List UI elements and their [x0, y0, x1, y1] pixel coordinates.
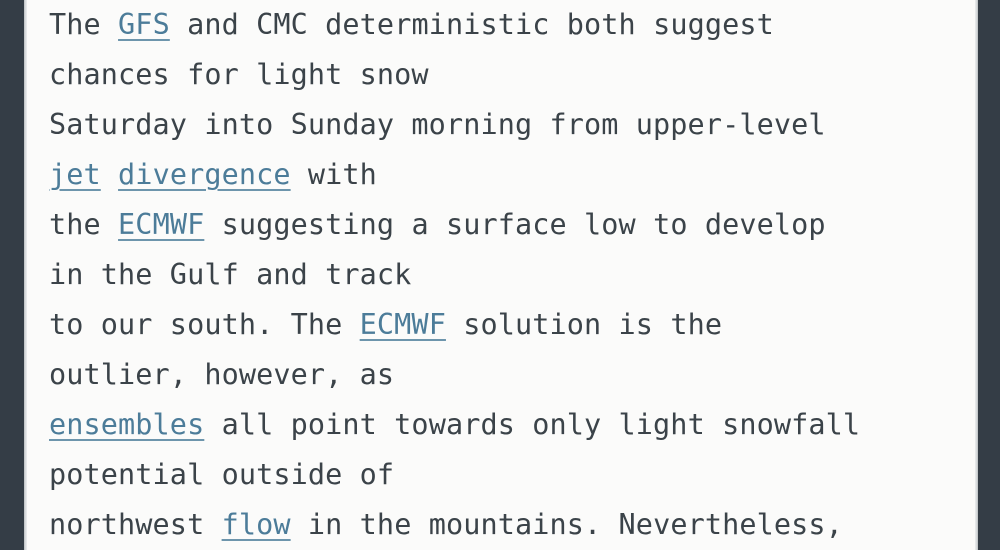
text-line: outlier, however, as	[49, 350, 969, 400]
document-content-area: The GFS and CMC deterministic both sugge…	[27, 0, 975, 550]
text-run: in the Gulf and track	[49, 258, 412, 291]
text-run: the	[49, 208, 119, 241]
text-run: suggesting a surface low to develop	[204, 208, 826, 241]
text-run: outlier, however, as	[49, 358, 395, 391]
left-margin-band	[0, 0, 24, 550]
text-line: The GFS and CMC deterministic both sugge…	[49, 0, 969, 50]
paragraph-text-block: The GFS and CMC deterministic both sugge…	[27, 0, 975, 550]
right-margin-band	[978, 0, 1000, 550]
text-run: solution is the	[445, 308, 723, 341]
text-line: in the Gulf and track	[49, 250, 969, 300]
text-line: to our south. The ECMWF solution is the	[49, 300, 969, 350]
inline-link-divergence[interactable]: divergence	[118, 158, 291, 191]
text-line: the ECMWF suggesting a surface low to de…	[49, 200, 969, 250]
text-line: ensembles all point towards only light s…	[49, 400, 969, 450]
text-run	[101, 158, 118, 191]
inline-link-gfs[interactable]: GFS	[118, 8, 170, 41]
text-run: The	[49, 8, 119, 41]
text-run: Saturday into Sunday morning from upper-…	[49, 108, 826, 141]
inline-link-ensembles[interactable]: ensembles	[49, 408, 204, 441]
inline-link-flow[interactable]: flow	[222, 508, 291, 541]
inline-link-jet[interactable]: jet	[49, 158, 101, 191]
text-run: chances for light snow	[49, 58, 429, 91]
text-line: northwest flow in the mountains. Neverth…	[49, 500, 969, 550]
text-run: in the mountains. Nevertheless,	[290, 508, 843, 541]
text-line: jet divergence with	[49, 150, 969, 200]
text-line: chances for light snow	[49, 50, 969, 100]
text-line: potential outside of	[49, 450, 969, 500]
text-run: northwest	[49, 508, 222, 541]
text-line: Saturday into Sunday morning from upper-…	[49, 100, 969, 150]
text-run: potential outside of	[49, 458, 395, 491]
text-run: and CMC deterministic both suggest	[169, 8, 774, 41]
inline-link-ecmwf[interactable]: ECMWF	[360, 308, 446, 341]
text-run: all point towards only light snowfall	[204, 408, 861, 441]
inline-link-ecmwf[interactable]: ECMWF	[118, 208, 204, 241]
text-run: to our south. The	[49, 308, 360, 341]
text-run: with	[290, 158, 377, 191]
page-root: The GFS and CMC deterministic both sugge…	[0, 0, 1000, 550]
